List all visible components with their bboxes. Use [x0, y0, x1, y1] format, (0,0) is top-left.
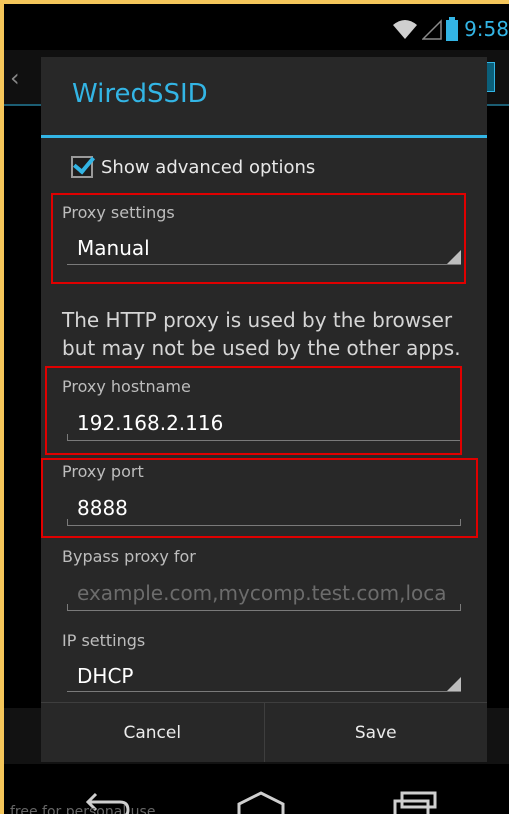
nav-home-icon[interactable]	[236, 790, 286, 814]
ip-settings-label: IP settings	[62, 631, 146, 650]
nav-recents-icon[interactable]	[392, 790, 438, 814]
proxy-help-text: The HTTP proxy is used by the browser bu…	[62, 308, 461, 360]
spinner-dropdown-icon[interactable]	[447, 677, 461, 691]
back-chevron-icon: ‹	[10, 64, 20, 92]
bypass-proxy-underline	[67, 604, 461, 611]
save-button[interactable]: Save	[263, 703, 488, 762]
status-bar: 9:58	[4, 8, 509, 50]
highlight-proxy-port	[41, 458, 478, 538]
status-clock: 9:58	[464, 17, 509, 41]
dialog-button-bar: Cancel Save	[41, 702, 487, 762]
bypass-proxy-input[interactable]: example.com,mycomp.test.com,loca	[77, 581, 461, 605]
battery-icon	[446, 17, 459, 41]
watermark-text: free for personal use	[10, 804, 156, 814]
dialog-title: WiredSSID	[72, 79, 208, 109]
bypass-proxy-label: Bypass proxy for	[62, 547, 196, 566]
highlight-proxy-settings	[51, 193, 466, 284]
cancel-button[interactable]: Cancel	[41, 703, 264, 762]
ip-settings-underline	[67, 691, 461, 692]
highlight-proxy-hostname	[45, 366, 462, 455]
ip-settings-spinner[interactable]: DHCP	[77, 664, 133, 688]
signal-icon	[422, 19, 442, 40]
checkbox-checked-icon[interactable]	[71, 156, 93, 178]
show-advanced-options-checkbox[interactable]: Show advanced options	[71, 156, 315, 178]
checkbox-label: Show advanced options	[101, 156, 316, 178]
wifi-icon	[393, 20, 418, 39]
